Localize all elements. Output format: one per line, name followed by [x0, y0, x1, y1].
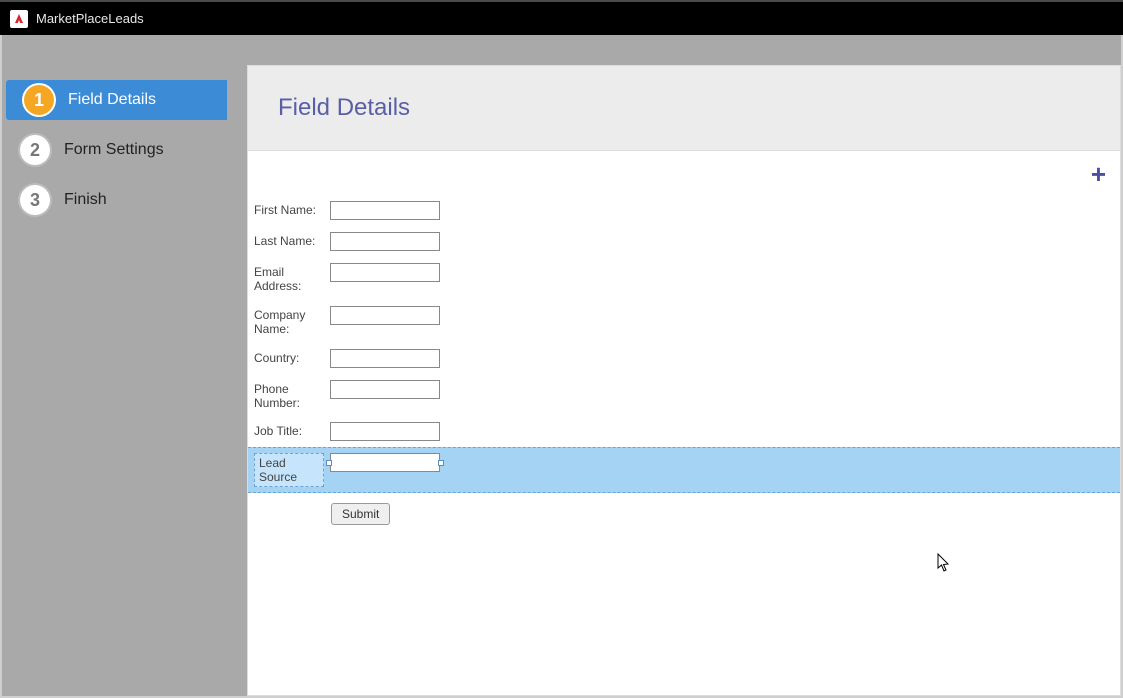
- submit-row: Submit: [248, 493, 1120, 525]
- field-row-first-name[interactable]: First Name:: [248, 195, 1120, 226]
- field-row-last-name[interactable]: Last Name:: [248, 226, 1120, 257]
- sidebar-step-form-settings[interactable]: 2 Form Settings: [2, 130, 247, 170]
- header-gap: [247, 35, 1121, 65]
- field-label: Job Title:: [254, 422, 330, 438]
- phone-input[interactable]: [330, 380, 440, 399]
- panel-header: Field Details: [247, 65, 1121, 151]
- field-label: First Name:: [254, 201, 330, 217]
- email-input[interactable]: [330, 263, 440, 282]
- sidebar-step-field-details[interactable]: 1 Field Details: [6, 80, 227, 120]
- main-content: Field Details + First Name: Last Name: E…: [247, 35, 1121, 696]
- submit-button[interactable]: Submit: [331, 503, 390, 525]
- step-label: Field Details: [68, 91, 156, 109]
- resize-handle-left[interactable]: [326, 460, 332, 466]
- form-canvas: + First Name: Last Name: Email Address:: [247, 151, 1121, 696]
- first-name-input[interactable]: [330, 201, 440, 220]
- field-label: Last Name:: [254, 232, 330, 248]
- step-number-badge: 3: [20, 185, 50, 215]
- step-label: Finish: [64, 191, 107, 209]
- selected-input-wrap: [330, 453, 440, 472]
- step-number-badge: 1: [24, 85, 54, 115]
- add-field-button[interactable]: +: [1091, 161, 1106, 187]
- field-label: Country:: [254, 349, 330, 365]
- field-row-company[interactable]: Company Name:: [248, 300, 1120, 343]
- field-row-phone[interactable]: Phone Number:: [248, 374, 1120, 417]
- field-row-email[interactable]: Email Address:: [248, 257, 1120, 300]
- title-bar: MarketPlaceLeads: [0, 2, 1123, 35]
- step-number-badge: 2: [20, 135, 50, 165]
- job-title-input[interactable]: [330, 422, 440, 441]
- field-label: Email Address:: [254, 263, 330, 294]
- field-label: Company Name:: [254, 306, 330, 337]
- step-label: Form Settings: [64, 141, 164, 159]
- lead-source-input[interactable]: [330, 453, 440, 472]
- company-input[interactable]: [330, 306, 440, 325]
- field-label-selected[interactable]: Lead Source: [254, 453, 324, 487]
- body-area: 1 Field Details 2 Form Settings 3 Finish…: [0, 35, 1123, 698]
- country-input[interactable]: [330, 349, 440, 368]
- page-title: Field Details: [278, 94, 410, 122]
- app-viewport: MarketPlaceLeads 1 Field Details 2 Form …: [0, 0, 1123, 698]
- field-row-country[interactable]: Country:: [248, 343, 1120, 374]
- wizard-sidebar: 1 Field Details 2 Form Settings 3 Finish: [2, 35, 247, 696]
- form-fields-list: First Name: Last Name: Email Address: Co…: [248, 151, 1120, 525]
- resize-handle-right[interactable]: [438, 460, 444, 466]
- sidebar-step-finish[interactable]: 3 Finish: [2, 180, 247, 220]
- app-title: MarketPlaceLeads: [36, 11, 144, 26]
- field-row-job-title[interactable]: Job Title:: [248, 416, 1120, 447]
- last-name-input[interactable]: [330, 232, 440, 251]
- field-row-lead-source[interactable]: Lead Source: [248, 447, 1120, 493]
- app-icon: [10, 10, 28, 28]
- field-label: Phone Number:: [254, 380, 330, 411]
